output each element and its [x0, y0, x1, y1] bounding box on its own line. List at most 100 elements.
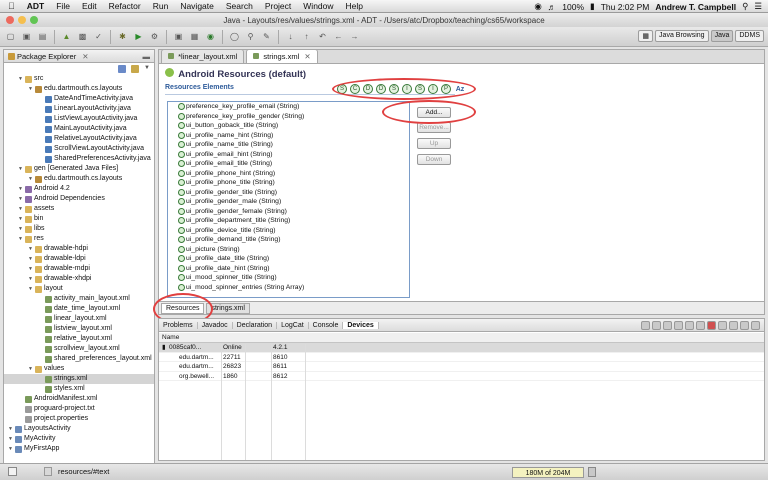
tree-item[interactable]: activity_main_layout.xml: [4, 294, 154, 304]
open-perspective-icon[interactable]: ▦: [638, 30, 654, 42]
new-package-icon[interactable]: ▦: [188, 30, 201, 43]
menu-window[interactable]: Window: [303, 1, 333, 11]
tree-item[interactable]: ▼ edu.dartmouth.cs.layouts: [4, 174, 154, 184]
android-sdk-manager-icon[interactable]: ▲: [60, 30, 73, 43]
tree-item[interactable]: scrollview_layout.xml: [4, 344, 154, 354]
minimize-window-icon[interactable]: [18, 16, 26, 24]
tree-item[interactable]: ▼ bin: [4, 214, 154, 224]
view-menu-icon[interactable]: [729, 321, 738, 330]
tree-item[interactable]: ▼ assets: [4, 204, 154, 214]
heap-status[interactable]: 180M of 204M: [512, 467, 584, 478]
resource-item[interactable]: ui_profile_date_hint (String): [168, 264, 409, 274]
cause-gc-icon[interactable]: [674, 321, 683, 330]
resource-item[interactable]: ui_profile_email_hint (String): [168, 150, 409, 160]
tree-toggle-icon[interactable]: ▼: [18, 194, 25, 204]
external-tools-icon[interactable]: ⚙: [148, 30, 161, 43]
resource-item[interactable]: ui_profile_gender_title (String): [168, 188, 409, 198]
start-method-profiling-icon[interactable]: [696, 321, 705, 330]
tab-linear-layout[interactable]: *linear_layout.xml: [161, 49, 245, 63]
down-button[interactable]: Down: [417, 154, 451, 165]
tree-item[interactable]: relative_layout.xml: [4, 334, 154, 344]
tree-item[interactable]: ▼ gen [Generated Java Files]: [4, 164, 154, 174]
tree-toggle-icon[interactable]: ▼: [18, 234, 25, 244]
open-type-icon[interactable]: ◯: [228, 30, 241, 43]
resource-item[interactable]: preference_key_profile_email (String): [168, 102, 409, 112]
tree-item[interactable]: SharedPreferencesActivity.java: [4, 154, 154, 164]
tree-item[interactable]: date_time_layout.xml: [4, 304, 154, 314]
tree-toggle-icon[interactable]: ▼: [28, 84, 35, 94]
tree-item[interactable]: proguard-project.txt: [4, 404, 154, 414]
resource-item[interactable]: ui_picture (String): [168, 245, 409, 255]
resource-item[interactable]: ui_profile_gender_female (String): [168, 207, 409, 217]
tab-logcat[interactable]: LogCat: [277, 321, 309, 329]
resource-item[interactable]: ui_mood_spinner_entries (String Array): [168, 283, 409, 293]
resource-item[interactable]: ui_profile_device_title (String): [168, 226, 409, 236]
battery-level[interactable]: 100%: [562, 2, 584, 12]
tree-toggle-icon[interactable]: ▼: [18, 224, 25, 234]
user-name[interactable]: Andrew T. Campbell: [655, 2, 736, 12]
save-icon[interactable]: ▣: [20, 30, 33, 43]
resource-item[interactable]: ui_profile_phone_hint (String): [168, 169, 409, 179]
tree-toggle-icon[interactable]: ▼: [8, 434, 15, 444]
maximize-view-icon[interactable]: [751, 321, 760, 330]
tree-toggle-icon[interactable]: ▼: [18, 204, 25, 214]
resource-item[interactable]: ui_profile_gender_male (String): [168, 197, 409, 207]
apple-menu-icon[interactable]: : [8, 1, 15, 11]
tab-strings[interactable]: strings.xml ✕: [246, 49, 318, 63]
tree-item[interactable]: ▼ src: [4, 74, 154, 84]
previous-annotation-icon[interactable]: ↑: [300, 30, 313, 43]
tree-item[interactable]: linear_layout.xml: [4, 314, 154, 324]
menu-project[interactable]: Project: [265, 1, 291, 11]
tree-item[interactable]: ▼ drawable-xhdpi: [4, 274, 154, 284]
menu-navigate[interactable]: Navigate: [180, 1, 214, 11]
client-row[interactable]: edu.dartm... 26823 8611: [159, 362, 764, 372]
menu-file[interactable]: File: [56, 1, 70, 11]
tree-item[interactable]: ScrollViewLayoutActivity.java: [4, 144, 154, 154]
forward-icon[interactable]: →: [348, 30, 361, 43]
tree-item[interactable]: ▼ edu.dartmouth.cs.layouts: [4, 84, 154, 94]
next-annotation-icon[interactable]: ↓: [284, 30, 297, 43]
menu-search[interactable]: Search: [226, 1, 253, 11]
last-edit-icon[interactable]: ↶: [316, 30, 329, 43]
tree-toggle-icon[interactable]: ▼: [28, 284, 35, 294]
tree-toggle-icon[interactable]: ▼: [18, 184, 25, 194]
resource-item[interactable]: ui_profile_name_hint (String): [168, 131, 409, 141]
tab-javadoc[interactable]: Javadoc: [198, 321, 233, 329]
resource-list[interactable]: preference_key_profile_email (String) pre…: [167, 101, 410, 298]
tree-item[interactable]: ▼ libs: [4, 224, 154, 234]
column-header-name[interactable]: Name: [159, 333, 764, 343]
debug-icon[interactable]: ✱: [116, 30, 129, 43]
run-icon[interactable]: ▶: [132, 30, 145, 43]
close-tab-icon[interactable]: ✕: [304, 52, 310, 61]
tree-item[interactable]: ▼ layout: [4, 284, 154, 294]
dump-hprof-icon[interactable]: [663, 321, 672, 330]
new-java-project-icon[interactable]: ▣: [172, 30, 185, 43]
update-heap-icon[interactable]: [652, 321, 661, 330]
volume-icon[interactable]: ♬: [548, 2, 557, 12]
tree-item[interactable]: ▼ Android 4.2: [4, 184, 154, 194]
tree-item[interactable]: shared_preferences_layout.xml: [4, 354, 154, 364]
tree-item[interactable]: RelativeLayoutActivity.java: [4, 134, 154, 144]
tree-toggle-icon[interactable]: ▼: [8, 444, 15, 454]
tree-item[interactable]: LinearLayoutActivity.java: [4, 104, 154, 114]
collapse-all-icon[interactable]: [118, 65, 126, 73]
tree-item[interactable]: ▼ drawable-ldpi: [4, 254, 154, 264]
resource-item[interactable]: ui_profile_demand_title (String): [168, 235, 409, 245]
tab-declaration[interactable]: Declaration: [233, 321, 278, 329]
tree-toggle-icon[interactable]: ▼: [18, 214, 25, 224]
search-icon[interactable]: ⚲: [244, 30, 257, 43]
trash-icon[interactable]: [588, 467, 596, 477]
wifi-icon[interactable]: ◉: [534, 1, 541, 12]
resource-item[interactable]: ui_profile_department_title (String): [168, 216, 409, 226]
update-threads-icon[interactable]: [685, 321, 694, 330]
stop-process-icon[interactable]: [707, 321, 716, 330]
tree-item[interactable]: AndroidManifest.xml: [4, 394, 154, 404]
close-window-icon[interactable]: [6, 16, 14, 24]
zoom-window-icon[interactable]: [30, 16, 38, 24]
resource-item[interactable]: ui_profile_email_title (String): [168, 159, 409, 169]
resource-item[interactable]: preference_key_profile_gender (String): [168, 112, 409, 122]
client-row[interactable]: org.bewell... 1860 8612: [159, 372, 764, 381]
resource-item[interactable]: ui_button_goback_title (String): [168, 121, 409, 131]
tree-item[interactable]: ▼ LayoutsActivity: [4, 424, 154, 434]
tree-item[interactable]: strings.xml: [4, 374, 154, 384]
